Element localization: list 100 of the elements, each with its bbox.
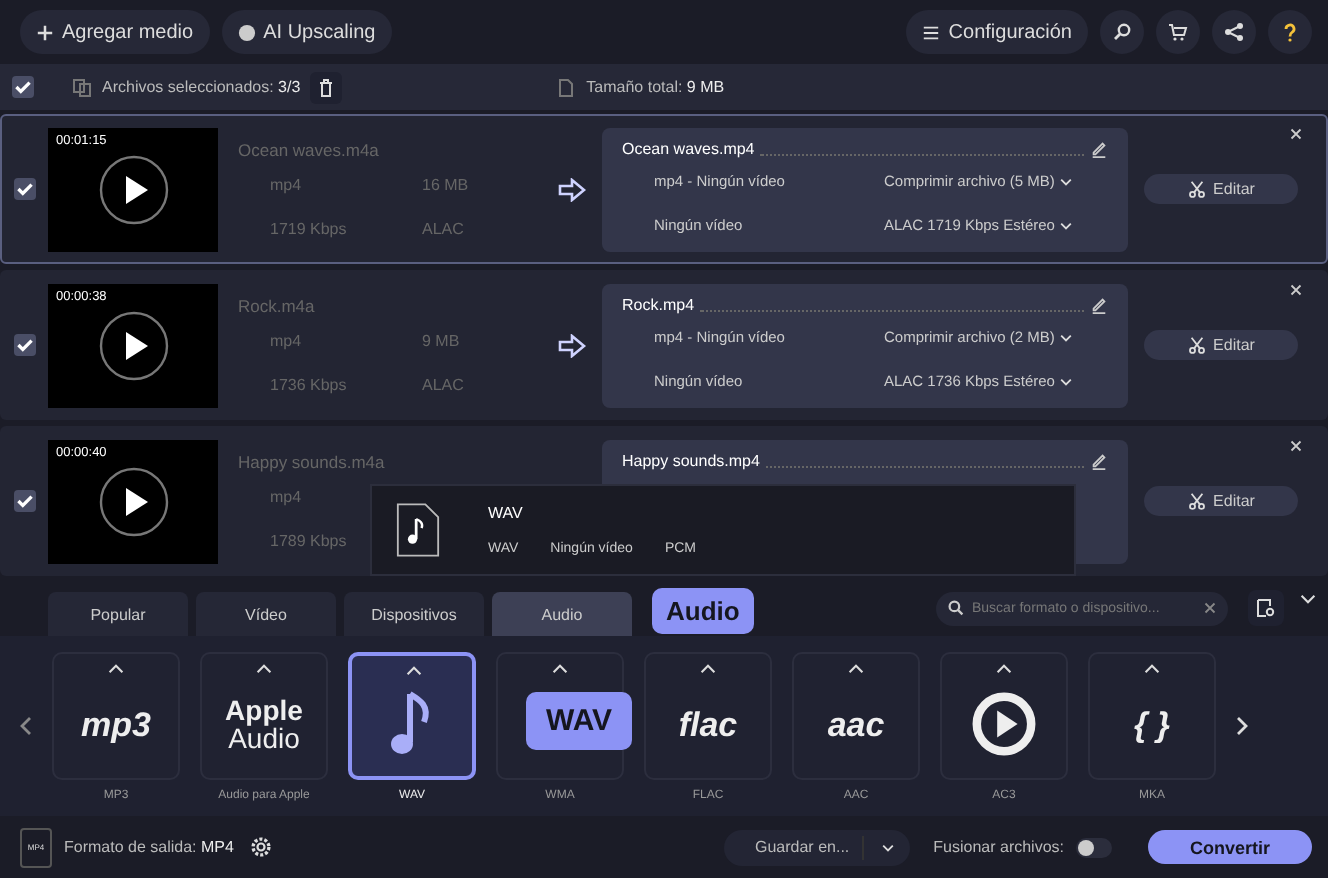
scissors-icon — [1187, 180, 1206, 198]
file-icon — [556, 77, 577, 97]
convert-button[interactable]: Convertir — [1148, 830, 1312, 864]
format-logo-text: mp3 — [81, 707, 151, 741]
codec-label: ALAC — [420, 220, 466, 238]
output-file-name: Ocean waves.mp4 — [622, 139, 755, 157]
edit-button[interactable]: Editar — [1144, 486, 1298, 516]
source-file-name: Happy sounds.m4a — [238, 452, 387, 472]
play-icon[interactable] — [97, 309, 169, 381]
merge-toggle[interactable] — [1076, 837, 1112, 857]
format-logo-text: Audio — [228, 724, 300, 752]
format-tile[interactable] — [940, 652, 1068, 780]
format-tile[interactable]: flac — [644, 652, 772, 780]
source-file-name: Ocean waves.m4a — [238, 140, 381, 160]
files-icon — [72, 77, 92, 97]
collapse-chevron-icon[interactable] — [1300, 594, 1316, 604]
output-file-name: Rock.mp4 — [622, 295, 695, 313]
close-icon[interactable] — [1290, 284, 1302, 296]
category-tab[interactable]: Dispositivos — [344, 592, 484, 636]
container-label: mp4 — [268, 332, 304, 350]
find-in-folder-button[interactable] — [1248, 590, 1284, 626]
file-search-icon — [1256, 598, 1276, 618]
codec-label: ALAC — [420, 376, 466, 394]
bitrate-label: 1789 Kbps — [268, 532, 349, 550]
container-label: mp4 — [268, 176, 304, 194]
tab-callout: Audio — [652, 587, 754, 633]
merge-files-label: Fusionar archivos: — [933, 838, 1064, 856]
file-checkbox[interactable] — [14, 334, 36, 356]
trash-icon — [316, 77, 337, 97]
pencil-icon[interactable] — [1090, 451, 1108, 469]
file-size-label: 9 MB — [420, 332, 462, 350]
play-circle-icon — [970, 690, 1038, 758]
category-tab[interactable]: Vídeo — [196, 592, 336, 636]
caret-icon[interactable] — [700, 664, 716, 674]
caret-icon[interactable] — [406, 666, 422, 676]
search-button[interactable] — [1100, 10, 1144, 54]
search-icon — [1112, 22, 1132, 42]
chevron-down-icon — [881, 843, 894, 851]
bitrate-label: 1736 Kbps — [268, 376, 349, 394]
pencil-icon[interactable] — [1090, 139, 1108, 157]
clear-icon[interactable] — [1204, 602, 1216, 614]
share-button[interactable] — [1212, 10, 1256, 54]
ai-upscaling-button[interactable]: AI Upscaling — [221, 10, 392, 54]
format-callout: WAV — [526, 692, 633, 750]
music-file-icon — [396, 502, 440, 558]
format-tile[interactable]: mp3 — [52, 652, 180, 780]
edit-button[interactable]: Editar — [1144, 174, 1298, 204]
play-icon[interactable] — [97, 153, 169, 225]
format-logo-text: aac — [827, 707, 885, 741]
caret-icon[interactable] — [552, 664, 568, 674]
plus-icon — [36, 23, 54, 41]
chevron-down-icon — [1060, 177, 1073, 185]
format-tile[interactable]: Apple Audio — [200, 652, 328, 780]
select-all-checkbox[interactable] — [12, 76, 34, 98]
category-tab[interactable]: Audio — [492, 592, 632, 636]
settings-button[interactable]: Configuración — [906, 10, 1088, 54]
format-logo-text: flac — [678, 707, 738, 741]
file-checkbox[interactable] — [14, 178, 36, 200]
delete-button[interactable] — [310, 71, 343, 103]
bitrate-label: 1719 Kbps — [268, 220, 349, 238]
category-tab[interactable]: Popular — [48, 592, 188, 636]
total-size-label: Tamaño total: 9 MB — [586, 78, 725, 96]
chevron-down-icon — [1060, 221, 1073, 229]
search-icon — [948, 600, 964, 616]
chevron-down-icon — [1060, 333, 1073, 341]
output-format-label: Formato de salida: MP4 — [64, 838, 234, 856]
play-icon[interactable] — [97, 465, 169, 537]
scissors-icon — [1187, 492, 1206, 510]
close-icon[interactable] — [1290, 128, 1302, 140]
cart-icon — [1168, 22, 1188, 42]
format-tile[interactable]: aac — [792, 652, 920, 780]
help-icon — [1280, 22, 1300, 42]
selected-files-label: Archivos seleccionados: 3/3 — [102, 78, 301, 96]
cart-button[interactable] — [1156, 10, 1200, 54]
caret-icon[interactable] — [848, 664, 864, 674]
caret-icon[interactable] — [256, 664, 272, 674]
format-tile[interactable] — [348, 652, 476, 780]
format-tile[interactable]: { } — [1088, 652, 1216, 780]
scissors-icon — [1187, 336, 1206, 354]
help-button[interactable] — [1268, 10, 1312, 54]
edit-button[interactable]: Editar — [1144, 330, 1298, 360]
caret-icon[interactable] — [108, 664, 124, 674]
format-logo-text: { } — [1134, 707, 1170, 741]
caret-icon[interactable] — [996, 664, 1012, 674]
chevron-down-icon — [1060, 377, 1073, 385]
convert-arrow-icon — [558, 333, 590, 357]
file-size-label: 16 MB — [420, 176, 471, 194]
close-icon[interactable] — [1290, 440, 1302, 452]
share-icon — [1224, 22, 1244, 42]
caret-icon[interactable] — [1144, 664, 1160, 674]
file-checkbox[interactable] — [14, 490, 36, 512]
pencil-icon[interactable] — [1090, 295, 1108, 313]
source-file-name: Rock.m4a — [238, 296, 317, 316]
add-media-button[interactable]: Agregar medio — [20, 10, 210, 54]
format-logo-text: Apple — [225, 696, 303, 724]
convert-arrow-icon — [558, 177, 590, 201]
save-to-dropdown[interactable]: Guardar en... — [723, 829, 910, 865]
output-file-name: Happy sounds.mp4 — [622, 451, 760, 469]
container-label: mp4 — [268, 488, 304, 506]
popup-format-title: WAV — [488, 504, 525, 522]
